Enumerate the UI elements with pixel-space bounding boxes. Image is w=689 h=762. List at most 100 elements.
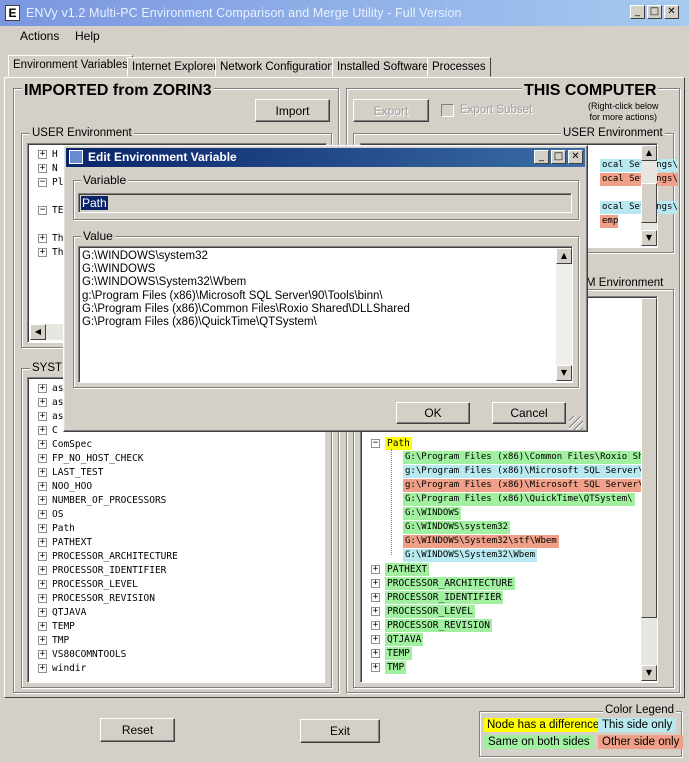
tree-node[interactable]: PROCESSOR_IDENTIFIER: [52, 564, 166, 577]
expand-icon[interactable]: +: [38, 566, 47, 575]
close-icon[interactable]: ✕: [568, 150, 583, 164]
tree-node[interactable]: TEMP: [52, 620, 75, 633]
minimize-icon[interactable]: _: [534, 150, 549, 164]
scroll-thumb[interactable]: [641, 298, 657, 618]
tree-node[interactable]: QTJAVA: [385, 633, 424, 646]
cancel-button[interactable]: Cancel: [492, 402, 566, 424]
expand-icon[interactable]: +: [38, 234, 47, 243]
right-system-vscroll[interactable]: ▼: [641, 298, 657, 681]
dialog-title-bar[interactable]: Edit Environment Variable _ □ ✕: [66, 148, 585, 167]
scroll-down-icon[interactable]: ▼: [556, 365, 572, 381]
path-entry[interactable]: G:\WINDOWS: [403, 507, 462, 520]
expand-icon[interactable]: +: [38, 384, 47, 393]
tab-internet-explorer[interactable]: Internet Explorer: [127, 57, 223, 77]
tree-node[interactable]: N: [52, 162, 58, 175]
export-subset-checkbox[interactable]: [441, 104, 454, 117]
tab-network-configuration[interactable]: Network Configuration: [215, 57, 339, 77]
tree-node[interactable]: FP_NO_HOST_CHECK: [52, 452, 144, 465]
tree-node[interactable]: PROCESSOR_IDENTIFIER: [385, 591, 504, 604]
expand-icon[interactable]: +: [38, 664, 47, 673]
expand-icon[interactable]: −: [38, 178, 47, 187]
scroll-thumb[interactable]: [641, 183, 657, 223]
expand-icon[interactable]: +: [38, 454, 47, 463]
tree-node[interactable]: PATHEXT: [52, 536, 92, 549]
expand-icon[interactable]: −: [38, 206, 47, 215]
right-user-vscroll[interactable]: ▲ ▼: [641, 145, 657, 246]
tree-node[interactable]: Th: [52, 246, 63, 259]
expand-icon[interactable]: +: [38, 580, 47, 589]
path-entry[interactable]: G:\WINDOWS\System32\stf\Wbem: [403, 535, 559, 548]
tree-node[interactable]: PROCESSOR_LEVEL: [385, 605, 475, 618]
expand-icon[interactable]: +: [38, 440, 47, 449]
path-entry[interactable]: G:\WINDOWS\System32\Wbem: [403, 549, 538, 562]
exit-button[interactable]: Exit: [300, 719, 380, 743]
maximize-icon[interactable]: □: [647, 5, 662, 19]
expand-icon[interactable]: +: [38, 482, 47, 491]
tree-node[interactable]: as: [52, 382, 63, 395]
tab-installed-software[interactable]: Installed Software: [332, 57, 434, 77]
scroll-down-icon[interactable]: ▼: [641, 230, 657, 246]
tree-node[interactable]: windir: [52, 662, 86, 675]
expand-icon[interactable]: +: [38, 622, 47, 631]
tree-node[interactable]: PROCESSOR_ARCHITECTURE: [385, 577, 515, 590]
main-title-bar[interactable]: E ENVy v1.2 Multi-PC Environment Compari…: [0, 0, 689, 26]
scroll-down-icon[interactable]: ▼: [641, 665, 657, 681]
path-entry[interactable]: G:\Program Files (x86)\QuickTime\QTSyste…: [403, 493, 635, 506]
expand-icon[interactable]: +: [38, 496, 47, 505]
expand-icon[interactable]: +: [38, 608, 47, 617]
expand-icon[interactable]: +: [38, 510, 47, 519]
scroll-up-icon[interactable]: ▲: [641, 145, 657, 161]
expand-icon[interactable]: +: [38, 552, 47, 561]
expand-icon[interactable]: +: [371, 649, 380, 658]
tree-node[interactable]: Th: [52, 232, 63, 245]
tree-node[interactable]: Pl: [52, 176, 63, 189]
tree-node[interactable]: Path: [52, 522, 75, 535]
expand-icon[interactable]: +: [371, 565, 380, 574]
expand-icon[interactable]: +: [38, 398, 47, 407]
tree-node[interactable]: PROCESSOR_LEVEL: [52, 578, 138, 591]
tree-node[interactable]: PROCESSOR_REVISION: [385, 619, 492, 632]
tree-node[interactable]: as: [52, 396, 63, 409]
variable-name-field[interactable]: Path: [78, 193, 572, 213]
tab-environment-variables[interactable]: Environment Variables: [8, 55, 133, 77]
right-user-fragment[interactable]: ocal Settings\: [600, 173, 678, 186]
tree-node[interactable]: NUMBER_OF_PROCESSORS: [52, 494, 166, 507]
expand-icon[interactable]: +: [371, 579, 380, 588]
tree-node[interactable]: VS80COMNTOOLS: [52, 648, 126, 661]
tree-node[interactable]: ComSpec: [52, 438, 92, 451]
tree-node[interactable]: PROCESSOR_REVISION: [52, 592, 155, 605]
expand-icon[interactable]: +: [38, 426, 47, 435]
expand-icon[interactable]: +: [38, 412, 47, 421]
value-vscroll[interactable]: ▲ ▼: [556, 248, 572, 381]
expand-icon[interactable]: +: [38, 150, 47, 159]
expand-icon[interactable]: +: [371, 607, 380, 616]
tree-node[interactable]: NOO_HOO: [52, 480, 92, 493]
menu-actions[interactable]: Actions: [20, 29, 59, 43]
expand-icon[interactable]: +: [38, 524, 47, 533]
path-entry[interactable]: g:\Program Files (x86)\Microsoft SQL Ser…: [403, 465, 643, 478]
tree-node[interactable]: H: [52, 148, 58, 161]
tab-processes[interactable]: Processes: [427, 57, 491, 77]
maximize-icon[interactable]: □: [551, 150, 566, 164]
expand-icon[interactable]: +: [38, 468, 47, 477]
tree-node-path[interactable]: Path: [385, 437, 412, 450]
right-user-fragment[interactable]: ocal Settings\: [600, 159, 678, 172]
tree-node[interactable]: TMP: [385, 661, 407, 674]
reset-button[interactable]: Reset: [100, 718, 175, 742]
right-user-fragment[interactable]: ocal Settings\: [600, 201, 678, 214]
scroll-up-icon[interactable]: ▲: [556, 248, 572, 264]
expand-icon[interactable]: +: [38, 594, 47, 603]
expand-icon[interactable]: +: [371, 635, 380, 644]
close-icon[interactable]: ✕: [664, 5, 679, 19]
menu-help[interactable]: Help: [75, 29, 100, 43]
expand-icon[interactable]: +: [371, 621, 380, 630]
expand-icon[interactable]: +: [38, 538, 47, 547]
path-entry[interactable]: G:\Program Files (x86)\Common Files\Roxi…: [403, 451, 643, 464]
expand-icon[interactable]: +: [371, 593, 380, 602]
tree-node[interactable]: PROCESSOR_ARCHITECTURE: [52, 550, 178, 563]
minimize-icon[interactable]: _: [630, 5, 645, 19]
expand-icon[interactable]: +: [38, 248, 47, 257]
tree-node[interactable]: LAST_TEST: [52, 466, 103, 479]
tree-node[interactable]: TEMP: [385, 647, 412, 660]
resize-grip-icon[interactable]: [569, 416, 583, 430]
